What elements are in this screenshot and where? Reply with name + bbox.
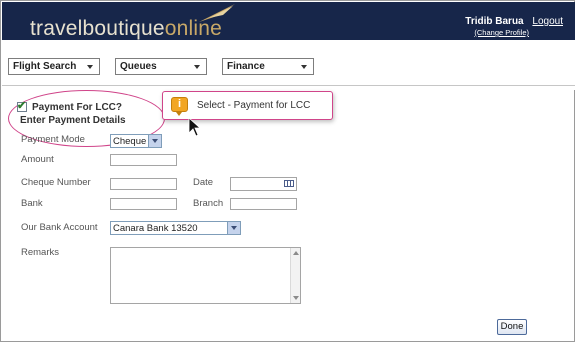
lcc-checkbox-label: Payment For LCC? <box>32 102 123 113</box>
queues-menu[interactable]: Queues <box>115 58 207 75</box>
logout-link[interactable]: Logout <box>532 16 563 27</box>
menu-label: Flight Search <box>13 61 77 72</box>
user-area: Tridib Barua Logout <box>465 16 563 27</box>
menu-label: Finance <box>227 61 265 72</box>
our-bank-account-value: Canara Bank 13520 <box>113 223 198 234</box>
finance-menu[interactable]: Finance <box>222 58 314 75</box>
remarks-scrollbar[interactable] <box>290 248 300 303</box>
our-bank-account-select[interactable]: Canara Bank 13520 <box>110 221 241 235</box>
dropdown-arrow-icon <box>227 222 240 234</box>
bank-input[interactable] <box>110 198 177 210</box>
payment-mode-value: Cheque <box>113 136 147 147</box>
logo-text-primary: travelboutique <box>30 17 165 40</box>
amount-label: Amount <box>21 154 54 165</box>
plane-logo-icon <box>199 4 235 22</box>
flight-search-menu[interactable]: Flight Search <box>8 58 100 75</box>
remarks-label: Remarks <box>21 247 60 258</box>
cheque-number-input[interactable] <box>110 178 177 190</box>
menu-label: Queues <box>120 61 157 72</box>
our-bank-account-label: Our Bank Account <box>21 222 98 233</box>
remarks-textarea[interactable] <box>110 247 301 304</box>
branch-label: Branch <box>193 198 224 209</box>
tooltip-text: Select - Payment for LCC <box>197 100 311 111</box>
lcc-checkbox[interactable]: ✔ <box>17 100 27 112</box>
header-bar: travelboutiqueonline Tridib Barua Logout… <box>2 2 575 40</box>
app-frame: travelboutiqueonline Tridib Barua Logout… <box>0 0 575 342</box>
payment-mode-select[interactable]: Cheque <box>110 134 162 148</box>
done-button[interactable]: Done <box>497 319 527 335</box>
branch-input[interactable] <box>230 198 297 210</box>
chevron-down-icon <box>194 65 200 69</box>
date-input[interactable] <box>230 177 297 191</box>
cheque-number-label: Cheque Number <box>21 177 91 188</box>
bank-label: Bank <box>21 198 43 209</box>
tooltip-callout: i Select - Payment for LCC <box>162 91 333 120</box>
date-label: Date <box>193 177 214 188</box>
payment-mode-label: Payment Mode <box>21 134 85 145</box>
dropdown-arrow-icon <box>148 135 161 147</box>
logo: travelboutiqueonline <box>30 17 222 40</box>
chevron-down-icon <box>301 65 307 69</box>
info-icon: i <box>171 97 188 116</box>
enter-payment-details-heading: Enter Payment Details <box>20 115 126 126</box>
chevron-down-icon <box>87 65 93 69</box>
amount-input[interactable] <box>110 154 177 166</box>
mouse-pointer-icon <box>188 117 202 137</box>
nav-divider <box>2 85 575 86</box>
change-profile-link[interactable]: (Change Profile) <box>474 28 529 37</box>
user-name: Tridib Barua <box>465 16 524 27</box>
nav-bar: Flight Search Queues Finance <box>2 40 575 90</box>
calendar-icon[interactable] <box>284 180 294 187</box>
checkmark-icon: ✔ <box>17 100 27 112</box>
scroll-down-icon[interactable] <box>293 296 299 300</box>
scroll-up-icon[interactable] <box>293 251 299 255</box>
